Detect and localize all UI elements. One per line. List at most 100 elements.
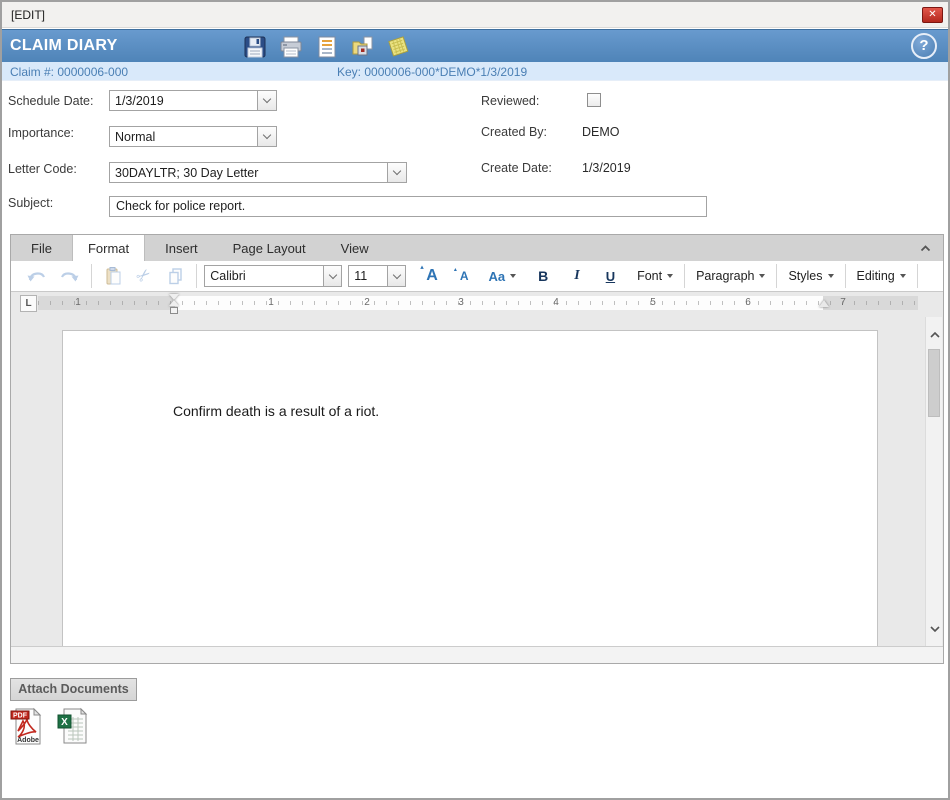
ruler-row: L 11234567 <box>11 292 943 317</box>
collapse-ribbon-button[interactable] <box>915 240 935 256</box>
underline-icon: U <box>606 269 615 284</box>
tab-page-layout[interactable]: Page Layout <box>218 235 321 261</box>
copy-icon <box>165 266 185 286</box>
pdf-attachment[interactable]: PDF Adobe <box>10 707 42 746</box>
save-and-open-button[interactable] <box>350 34 375 59</box>
editor-footer-strip <box>11 646 943 663</box>
tab-insert[interactable]: Insert <box>150 235 213 261</box>
paste-button[interactable] <box>96 263 130 289</box>
attachment-list: PDF Adobe X <box>10 707 88 746</box>
letter-code-dropdown-button[interactable] <box>387 163 406 182</box>
reviewed-label: Reviewed: <box>481 94 539 108</box>
ruler-number: 4 <box>551 297 561 309</box>
font-size-dropdown-button[interactable] <box>387 266 405 286</box>
attach-documents-label: Attach Documents <box>18 682 128 696</box>
scroll-down-button[interactable] <box>926 619 943 639</box>
font-size-combobox[interactable]: 11 <box>348 265 406 287</box>
styles-menu-button[interactable]: Styles <box>781 263 840 289</box>
document-canvas: Confirm death is a result of a riot. <box>11 317 926 647</box>
horizontal-ruler[interactable]: 11234567 <box>38 296 918 310</box>
scroll-up-button[interactable] <box>926 325 943 345</box>
chevron-down-icon <box>930 626 940 632</box>
created-by-label: Created By: <box>481 125 547 139</box>
scrollbar-thumb[interactable] <box>928 349 940 417</box>
font-menu-label: Font <box>637 269 662 283</box>
tab-stop-selector[interactable]: L <box>20 295 37 312</box>
ribbon-tab-strip: File Format Insert Page Layout View <box>11 235 943 261</box>
excel-attachment[interactable]: X <box>56 707 88 746</box>
right-indent-marker[interactable] <box>819 300 829 307</box>
redo-button[interactable] <box>53 263 87 289</box>
claim-diary-form: Schedule Date: 1/3/2019 Importance: Norm… <box>2 81 948 232</box>
document-page[interactable]: Confirm death is a result of a riot. <box>62 330 878 647</box>
claim-info-bar: Claim #: 0000006-000 Key: 0000006-000*DE… <box>2 62 948 81</box>
create-date-label: Create Date: <box>481 161 552 175</box>
indent-marker[interactable] <box>169 294 180 316</box>
save-icon <box>243 35 267 59</box>
ruler-number: 1 <box>73 297 83 309</box>
bold-button[interactable]: B <box>531 263 555 289</box>
toolbar-separator <box>91 264 92 288</box>
attach-documents-button[interactable]: Attach Documents <box>10 678 137 701</box>
save-open-icon <box>351 35 375 59</box>
left-indent-icon <box>170 307 178 314</box>
editing-menu-button[interactable]: Editing <box>850 263 913 289</box>
italic-button[interactable]: I <box>567 263 586 289</box>
schedule-date-value: 1/3/2019 <box>110 94 257 108</box>
svg-text:X: X <box>61 717 68 728</box>
shrink-font-icon: A <box>460 269 469 283</box>
tab-format[interactable]: Format <box>72 235 145 261</box>
save-button[interactable] <box>242 34 267 59</box>
schedule-date-dropdown-button[interactable] <box>257 91 276 110</box>
copy-button[interactable] <box>158 263 192 289</box>
help-button[interactable]: ? <box>911 33 937 59</box>
subject-input[interactable]: Check for police report. <box>109 196 707 217</box>
cut-icon: ✂ <box>132 264 156 288</box>
tab-file[interactable]: File <box>16 235 67 261</box>
toolbar-separator <box>196 264 197 288</box>
importance-value: Normal <box>110 130 257 144</box>
toolbar-separator <box>917 264 918 288</box>
ruler-number: 5 <box>648 297 658 309</box>
print-button[interactable] <box>278 34 303 59</box>
schedule-date-combobox[interactable]: 1/3/2019 <box>109 90 277 111</box>
create-date-value: 1/3/2019 <box>582 161 631 175</box>
undo-button[interactable] <box>19 263 53 289</box>
grow-font-button[interactable]: A <box>419 263 445 289</box>
paste-icon <box>103 266 123 286</box>
diary-note-button[interactable] <box>386 34 411 59</box>
schedule-date-label: Schedule Date: <box>8 94 93 108</box>
tab-page-layout-label: Page Layout <box>233 241 306 256</box>
importance-dropdown-button[interactable] <box>257 127 276 146</box>
chevron-down-icon <box>393 167 401 175</box>
notes-icon <box>315 35 339 59</box>
caret-down-icon <box>510 274 516 278</box>
svg-text:Adobe: Adobe <box>17 737 39 744</box>
font-name-dropdown-button[interactable] <box>323 266 341 286</box>
chevron-down-icon <box>263 131 271 139</box>
caret-down-icon <box>900 274 906 278</box>
created-by-value: DEMO <box>582 125 620 139</box>
caret-down-icon <box>759 274 765 278</box>
cut-button[interactable]: ✂ <box>130 263 158 289</box>
letter-code-combobox[interactable]: 30DAYLTR; 30 Day Letter <box>109 162 407 183</box>
ruler-number: 1 <box>266 297 276 309</box>
view-notes-button[interactable] <box>314 34 339 59</box>
vertical-scrollbar[interactable] <box>925 317 942 647</box>
tab-view[interactable]: View <box>326 235 384 261</box>
claim-key: Key: 0000006-000*DEMO*1/3/2019 <box>337 65 527 79</box>
toolbar-separator <box>776 264 777 288</box>
tab-view-label: View <box>341 241 369 256</box>
underline-button[interactable]: U <box>599 263 622 289</box>
font-menu-button[interactable]: Font <box>630 263 680 289</box>
paragraph-menu-button[interactable]: Paragraph <box>689 263 772 289</box>
title-bar: [EDIT] ✕ <box>2 2 948 28</box>
reviewed-checkbox[interactable] <box>587 93 601 107</box>
close-button[interactable]: ✕ <box>922 7 943 23</box>
shrink-font-button[interactable]: A <box>453 263 476 289</box>
close-icon: ✕ <box>928 9 936 20</box>
importance-combobox[interactable]: Normal <box>109 126 277 147</box>
ruler-number: 3 <box>456 297 466 309</box>
font-name-combobox[interactable]: Calibri <box>204 265 342 287</box>
change-case-button[interactable]: Aa <box>481 263 523 289</box>
